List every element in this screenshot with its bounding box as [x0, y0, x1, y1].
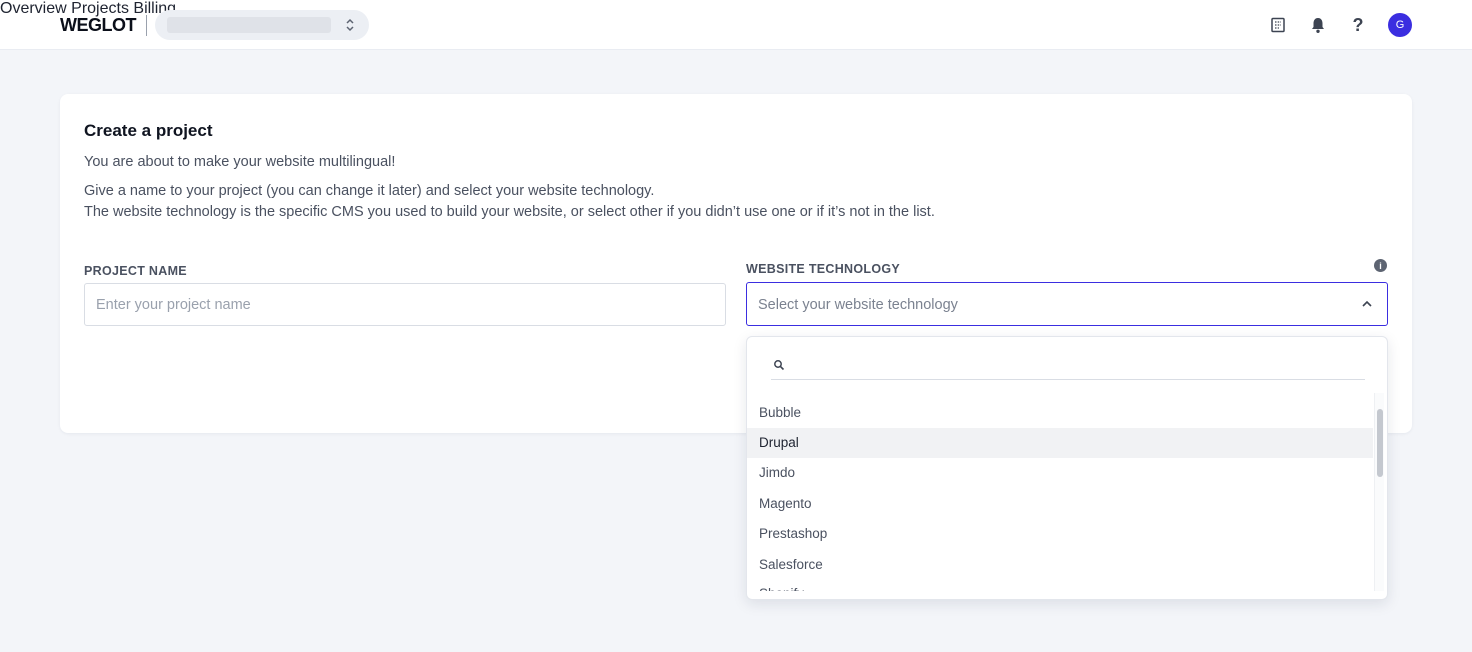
option-jimdo[interactable]: Jimdo [747, 458, 1373, 488]
project-switcher-placeholder [167, 17, 331, 33]
website-technology-select[interactable]: Select your website technology [746, 282, 1388, 326]
option-prestashop[interactable]: Prestashop [747, 519, 1373, 549]
dropdown-scrollbar-thumb[interactable] [1377, 409, 1383, 477]
logo-divider [146, 15, 147, 36]
project-name-label: PROJECT NAME [84, 264, 187, 278]
option-drupal[interactable]: Drupal [747, 428, 1373, 458]
nav-overview[interactable]: Overview [0, 0, 67, 17]
option-bubble[interactable]: Bubble [747, 398, 1373, 428]
project-switcher[interactable] [155, 10, 369, 40]
website-technology-placeholder: Select your website technology [758, 297, 958, 313]
updown-icon [346, 18, 354, 32]
description-line-1: Give a name to your project (you can cha… [84, 183, 655, 199]
project-name-input[interactable] [84, 283, 726, 326]
help-icon[interactable]: ? [1346, 13, 1370, 37]
description-line-2: The website technology is the specific C… [84, 204, 935, 220]
bell-icon[interactable] [1306, 13, 1330, 37]
dropdown-options: Bubble Drupal Jimdo Magento Prestashop S… [747, 393, 1373, 591]
weglot-logo[interactable]: WEGLOT [60, 15, 137, 36]
book-icon[interactable] [1266, 13, 1290, 37]
intro-text: You are about to make your website multi… [84, 154, 396, 170]
technology-dropdown: Bubble Drupal Jimdo Magento Prestashop S… [746, 336, 1388, 600]
info-icon[interactable]: i [1374, 259, 1387, 272]
page-title: Create a project [84, 121, 213, 140]
option-salesforce[interactable]: Salesforce [747, 550, 1373, 580]
chevron-up-icon [1362, 300, 1372, 307]
website-technology-label: WEBSITE TECHNOLOGY [746, 262, 901, 276]
top-navigation-bar: WEGLOT Overview Projects Billing ? G [0, 0, 1472, 50]
option-shopify[interactable]: Shopify [747, 579, 1373, 591]
search-icon [774, 360, 785, 371]
dropdown-search [771, 351, 1365, 380]
dropdown-search-input[interactable] [793, 353, 1353, 377]
option-magento[interactable]: Magento [747, 489, 1373, 519]
avatar[interactable]: G [1388, 13, 1412, 37]
